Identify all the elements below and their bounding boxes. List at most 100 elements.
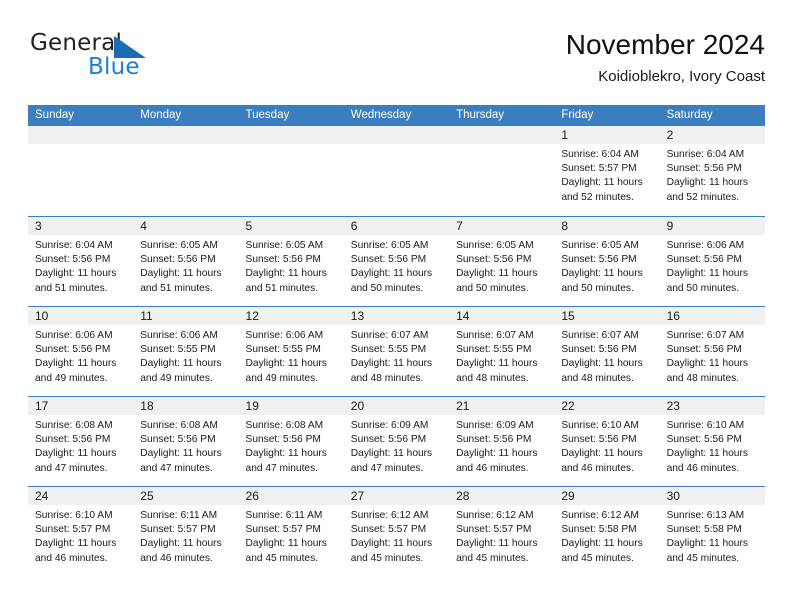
day-cell[interactable]: 6 Sunrise: 6:05 AM Sunset: 5:56 PM Daylight… [343, 217, 450, 306]
sunrise-text: Sunrise: 6:10 AM [561, 420, 639, 431]
daylight-text-line1: Daylight: 11 hours [140, 268, 222, 280]
daylight-text-line1: Daylight: 11 hours [245, 538, 327, 550]
day-cell[interactable]: 23 Sunrise: 6:10 AM Sunset: 5:56 PM Dayligh… [659, 397, 765, 486]
calendar-week-row: 24 Sunrise: 6:10 AM Sunset: 5:57 PM Dayligh… [28, 486, 765, 576]
daylight-text-line1: Daylight: 11 hours [35, 358, 117, 370]
day-cell[interactable]: 26 Sunrise: 6:11 AM Sunset: 5:57 PM Dayligh… [238, 487, 344, 576]
day-cell[interactable]: 10 Sunrise: 6:06 AM Sunset: 5:56 PM Dayligh… [28, 307, 134, 396]
day-number: 16 [659, 307, 765, 325]
page-subtitle: Koidioblekro, Ivory Coast [598, 68, 765, 85]
daylight-text-line2: and 46 minutes. [35, 552, 108, 564]
sunset-text: Sunset: 5:56 PM [561, 434, 637, 446]
sunrise-text: Sunrise: 6:13 AM [666, 510, 745, 521]
day-cell[interactable]: 11 Sunrise: 6:06 AM Sunset: 5:55 PM Dayligh… [133, 307, 239, 396]
sunrise-text: Sunrise: 6:04 AM [561, 149, 639, 160]
day-cell[interactable]: 22 Sunrise: 6:10 AM Sunset: 5:56 PM Dayligh… [554, 397, 660, 486]
day-cell[interactable]: 2 Sunrise: 6:04 AM Sunset: 5:56 PM Daylight… [659, 126, 765, 216]
day-number: 28 [449, 487, 555, 505]
sunset-text: Sunset: 5:56 PM [561, 344, 637, 356]
sunset-text: Sunset: 5:57 PM [350, 524, 427, 536]
day-cell[interactable]: 7 Sunrise: 6:05 AM Sunset: 5:56 PM Daylight… [449, 217, 555, 306]
sunrise-text: Sunrise: 6:04 AM [666, 149, 745, 160]
day-number: 15 [554, 307, 660, 325]
daylight-text-line2: and 50 minutes. [456, 282, 529, 294]
day-cell[interactable]: 28 Sunrise: 6:12 AM Sunset: 5:57 PM Dayligh… [449, 487, 555, 576]
day-details: Sunrise: 6:09 AM Sunset: 5:56 PM Daylight:… [449, 415, 554, 476]
daylight-text-line1: Daylight: 11 hours [245, 268, 327, 280]
day-cell[interactable]: 29 Sunrise: 6:12 AM Sunset: 5:58 PM Dayligh… [554, 487, 660, 576]
day-number [238, 126, 344, 144]
sunrise-text: Sunrise: 6:10 AM [35, 510, 113, 521]
daylight-text-line1: Daylight: 11 hours [666, 177, 748, 189]
day-cell[interactable]: 16 Sunrise: 6:07 AM Sunset: 5:56 PM Dayligh… [659, 307, 765, 396]
day-number: 5 [238, 217, 344, 235]
day-cell[interactable]: 14 Sunrise: 6:07 AM Sunset: 5:55 PM Dayligh… [449, 307, 555, 396]
sunrise-text: Sunrise: 6:06 AM [245, 330, 324, 341]
day-number: 14 [449, 307, 555, 325]
daylight-text-line2: and 46 minutes. [456, 462, 529, 474]
daylight-text-line2: and 48 minutes. [456, 372, 529, 384]
day-details: Sunrise: 6:08 AM Sunset: 5:56 PM Daylight:… [239, 415, 344, 476]
day-number [133, 126, 239, 144]
day-number: 8 [554, 217, 660, 235]
day-cell[interactable]: 5 Sunrise: 6:05 AM Sunset: 5:56 PM Daylight… [238, 217, 344, 306]
day-number: 23 [659, 397, 765, 415]
daylight-text-line2: and 45 minutes. [456, 552, 529, 564]
daylight-text-line2: and 51 minutes. [245, 282, 319, 294]
daylight-text-line1: Daylight: 11 hours [140, 358, 222, 370]
day-cell[interactable]: 25 Sunrise: 6:11 AM Sunset: 5:57 PM Dayligh… [133, 487, 239, 576]
sunset-text: Sunset: 5:56 PM [245, 434, 321, 446]
day-number: 19 [238, 397, 344, 415]
sunset-text: Sunset: 5:56 PM [456, 434, 532, 446]
sunrise-text: Sunrise: 6:05 AM [245, 240, 324, 251]
day-details: Sunrise: 6:07 AM Sunset: 5:56 PM Daylight:… [660, 325, 765, 386]
day-cell[interactable]: 3 Sunrise: 6:04 AM Sunset: 5:56 PM Daylight… [28, 217, 134, 306]
daylight-text-line2: and 50 minutes. [666, 282, 740, 294]
day-cell[interactable]: 1 Sunrise: 6:04 AM Sunset: 5:57 PM Daylight… [554, 126, 660, 216]
day-cell[interactable]: 20 Sunrise: 6:09 AM Sunset: 5:56 PM Dayligh… [343, 397, 450, 486]
daylight-text-line1: Daylight: 11 hours [561, 538, 643, 550]
day-cell-empty [238, 126, 344, 216]
sunrise-text: Sunrise: 6:11 AM [140, 510, 218, 521]
calendar-week-row: 10 Sunrise: 6:06 AM Sunset: 5:56 PM Dayligh… [28, 306, 765, 396]
day-cell[interactable]: 30 Sunrise: 6:13 AM Sunset: 5:58 PM Dayligh… [659, 487, 765, 576]
day-details: Sunrise: 6:04 AM Sunset: 5:57 PM Daylight:… [554, 144, 659, 205]
daylight-text-line2: and 48 minutes. [350, 372, 424, 384]
weekday-header-wednesday: Wednesday [350, 109, 412, 121]
brand-logo[interactable]: General Blue [28, 30, 258, 88]
daylight-text-line1: Daylight: 11 hours [456, 538, 538, 550]
day-cell[interactable]: 15 Sunrise: 6:07 AM Sunset: 5:56 PM Dayligh… [554, 307, 660, 396]
brand-name-bottom: Blue [88, 54, 140, 80]
day-cell[interactable]: 8 Sunrise: 6:05 AM Sunset: 5:56 PM Daylight… [554, 217, 660, 306]
day-number: 7 [449, 217, 555, 235]
calendar-week-row: 3 Sunrise: 6:04 AM Sunset: 5:56 PM Daylight… [28, 216, 765, 306]
day-cell[interactable]: 24 Sunrise: 6:10 AM Sunset: 5:57 PM Dayligh… [28, 487, 134, 576]
sunset-text: Sunset: 5:56 PM [245, 254, 321, 266]
day-number: 10 [28, 307, 134, 325]
daylight-text-line1: Daylight: 11 hours [350, 268, 433, 280]
day-details: Sunrise: 6:05 AM Sunset: 5:56 PM Daylight:… [554, 235, 659, 296]
daylight-text-line2: and 47 minutes. [35, 462, 108, 474]
day-cell[interactable]: 27 Sunrise: 6:12 AM Sunset: 5:57 PM Dayligh… [343, 487, 450, 576]
day-cell[interactable]: 9 Sunrise: 6:06 AM Sunset: 5:56 PM Daylight… [659, 217, 765, 306]
day-cell[interactable]: 17 Sunrise: 6:08 AM Sunset: 5:56 PM Dayligh… [28, 397, 134, 486]
daylight-text-line1: Daylight: 11 hours [35, 448, 117, 460]
day-cell[interactable]: 18 Sunrise: 6:08 AM Sunset: 5:56 PM Dayligh… [133, 397, 239, 486]
weekday-header-friday: Friday [561, 109, 594, 121]
day-cell[interactable]: 21 Sunrise: 6:09 AM Sunset: 5:56 PM Dayligh… [449, 397, 555, 486]
sunrise-text: Sunrise: 6:06 AM [35, 330, 113, 341]
daylight-text-line2: and 45 minutes. [350, 552, 424, 564]
daylight-text-line1: Daylight: 11 hours [561, 268, 643, 280]
daylight-text-line2: and 51 minutes. [140, 282, 213, 294]
day-cell[interactable]: 13 Sunrise: 6:07 AM Sunset: 5:55 PM Dayligh… [343, 307, 450, 396]
day-cell[interactable]: 4 Sunrise: 6:05 AM Sunset: 5:56 PM Daylight… [133, 217, 239, 306]
daylight-text-line1: Daylight: 11 hours [35, 268, 117, 280]
day-number: 17 [28, 397, 134, 415]
day-cell[interactable]: 19 Sunrise: 6:08 AM Sunset: 5:56 PM Dayligh… [238, 397, 344, 486]
day-details: Sunrise: 6:11 AM Sunset: 5:57 PM Daylight:… [133, 505, 238, 566]
weekday-header-tuesday: Tuesday [245, 109, 290, 121]
day-number [343, 126, 450, 144]
day-cell[interactable]: 12 Sunrise: 6:06 AM Sunset: 5:55 PM Dayligh… [238, 307, 344, 396]
sunrise-text: Sunrise: 6:09 AM [350, 420, 429, 431]
sunrise-text: Sunrise: 6:05 AM [350, 240, 429, 251]
